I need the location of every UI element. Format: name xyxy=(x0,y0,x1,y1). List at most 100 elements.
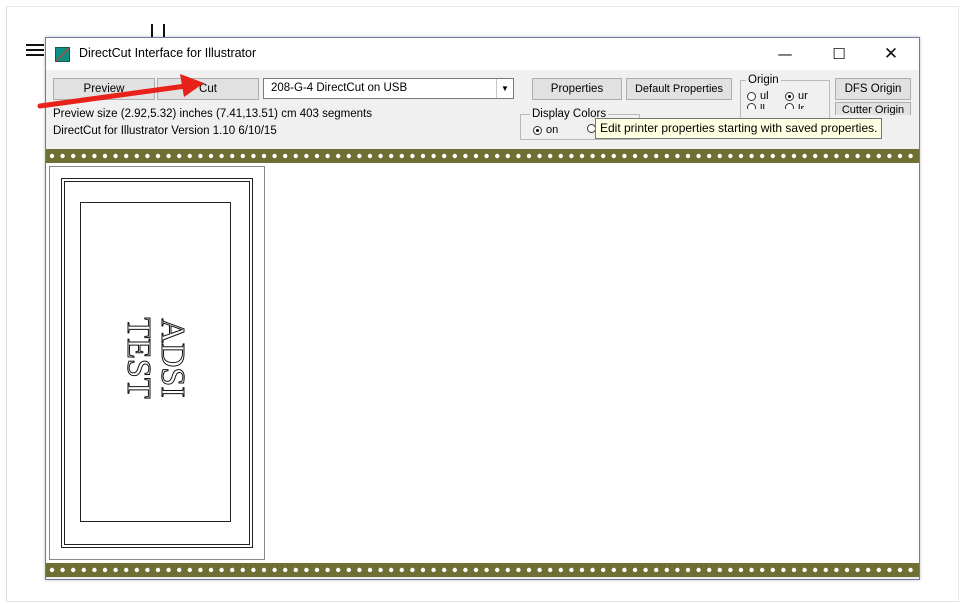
sprocket-hole xyxy=(569,567,574,573)
sprocket-hole xyxy=(166,153,171,159)
sprocket-hole xyxy=(505,153,510,159)
sprocket-hole xyxy=(760,567,765,573)
film-strip-top xyxy=(46,149,919,163)
sprocket-hole xyxy=(230,567,235,573)
sprocket-hole xyxy=(749,567,754,573)
sprocket-hole xyxy=(230,153,235,159)
sprocket-hole xyxy=(336,567,341,573)
sprocket-hole xyxy=(378,567,383,573)
maximize-button[interactable]: ☐ xyxy=(816,38,862,70)
sprocket-hole xyxy=(346,567,351,573)
sprocket-hole xyxy=(495,153,500,159)
sprocket-hole xyxy=(145,153,150,159)
display-colors-on-option[interactable]: on xyxy=(533,124,558,136)
sprocket-hole xyxy=(357,567,362,573)
sprocket-hole xyxy=(484,567,489,573)
sprocket-hole xyxy=(622,153,627,159)
sprocket-hole xyxy=(738,153,744,159)
cutter-origin-button[interactable]: Cutter Origin xyxy=(835,102,911,115)
default-properties-button[interactable]: Default Properties xyxy=(626,78,732,100)
dfs-origin-button[interactable]: DFS Origin xyxy=(835,78,911,100)
sprocket-hole xyxy=(452,567,457,573)
sprocket-hole xyxy=(134,153,139,159)
sprocket-hole xyxy=(431,153,436,159)
cut-button[interactable]: Cut xyxy=(157,78,259,100)
sprocket-hole xyxy=(813,153,818,159)
sprocket-hole xyxy=(314,153,320,159)
origin-option-ll[interactable]: ll xyxy=(747,103,765,109)
origin-option-ul[interactable]: ul xyxy=(747,90,769,102)
sprocket-hole xyxy=(738,567,744,573)
sprocket-hole xyxy=(770,153,775,159)
sprocket-hole xyxy=(367,567,373,573)
sprocket-hole xyxy=(92,567,97,573)
sprocket-hole xyxy=(526,153,532,159)
sprocket-hole xyxy=(60,153,65,159)
sprocket-hole xyxy=(251,153,256,159)
sprocket-hole xyxy=(791,567,797,573)
radio-icon xyxy=(747,103,756,109)
sprocket-hole xyxy=(844,567,850,573)
sprocket-hole xyxy=(113,153,118,159)
sprocket-hole xyxy=(558,153,563,159)
sprocket-hole xyxy=(887,567,892,573)
sprocket-hole xyxy=(283,153,288,159)
origin-option-ur-label: ur xyxy=(798,90,808,102)
sprocket-hole xyxy=(208,567,214,573)
sprocket-hole xyxy=(304,567,309,573)
sprocket-hole xyxy=(590,153,595,159)
sprocket-hole xyxy=(548,153,553,159)
device-select[interactable]: 208-G-4 DirectCut on USB ▼ xyxy=(263,78,514,99)
sprocket-hole xyxy=(92,153,97,159)
sprocket-hole xyxy=(855,567,860,573)
sprocket-hole xyxy=(622,567,627,573)
sprocket-hole xyxy=(717,153,722,159)
sprocket-hole xyxy=(240,153,245,159)
sprocket-hole xyxy=(781,153,786,159)
sprocket-hole xyxy=(495,567,500,573)
display-colors-on-label: on xyxy=(546,124,559,136)
sprocket-hole xyxy=(314,567,320,573)
sprocket-hole xyxy=(124,153,129,159)
sprocket-hole xyxy=(325,153,330,159)
close-button[interactable]: ✕ xyxy=(868,38,914,70)
sprocket-hole xyxy=(261,153,267,159)
sprocket-hole xyxy=(484,153,489,159)
radio-selected-icon xyxy=(785,91,794,101)
sprocket-hole xyxy=(49,567,55,573)
sprocket-hole xyxy=(685,153,691,159)
sprocket-hole xyxy=(675,567,680,573)
sprocket-hole xyxy=(399,153,404,159)
title-bar[interactable]: DirectCut Interface for Illustrator — ☐ … xyxy=(46,38,919,70)
sprocket-hole xyxy=(81,567,86,573)
artwork-line-1: ADSI xyxy=(154,318,192,398)
sprocket-hole xyxy=(389,153,394,159)
sprocket-hole xyxy=(60,567,65,573)
cutter-origin-label: Cutter Origin xyxy=(841,104,905,115)
sprocket-hole xyxy=(844,153,850,159)
sprocket-hole xyxy=(166,567,171,573)
minimize-button[interactable]: — xyxy=(762,38,808,70)
properties-tooltip: Edit printer properties starting with sa… xyxy=(595,118,883,139)
sprocket-hole xyxy=(81,153,86,159)
sprocket-hole xyxy=(876,567,881,573)
sprocket-hole xyxy=(442,567,447,573)
origin-option-ll-label: ll xyxy=(760,103,765,109)
sprocket-hole xyxy=(611,567,616,573)
sprocket-hole xyxy=(357,153,362,159)
label-preview: ADSI TEST xyxy=(49,166,265,560)
sprocket-hole xyxy=(283,567,288,573)
sprocket-hole xyxy=(601,567,606,573)
sprocket-hole xyxy=(823,153,828,159)
preview-button[interactable]: Preview xyxy=(53,78,155,100)
preview-canvas[interactable]: ADSI TEST xyxy=(46,163,919,563)
properties-button[interactable]: Properties xyxy=(532,78,622,100)
sprocket-hole xyxy=(219,567,224,573)
sprocket-hole xyxy=(728,567,733,573)
origin-option-ur[interactable]: ur xyxy=(785,90,808,102)
dropdown-arrow-icon[interactable]: ▼ xyxy=(496,79,513,98)
sprocket-hole xyxy=(834,153,839,159)
radio-icon xyxy=(785,103,794,109)
origin-option-lr[interactable]: lr xyxy=(785,103,804,109)
sprocket-hole xyxy=(834,567,839,573)
